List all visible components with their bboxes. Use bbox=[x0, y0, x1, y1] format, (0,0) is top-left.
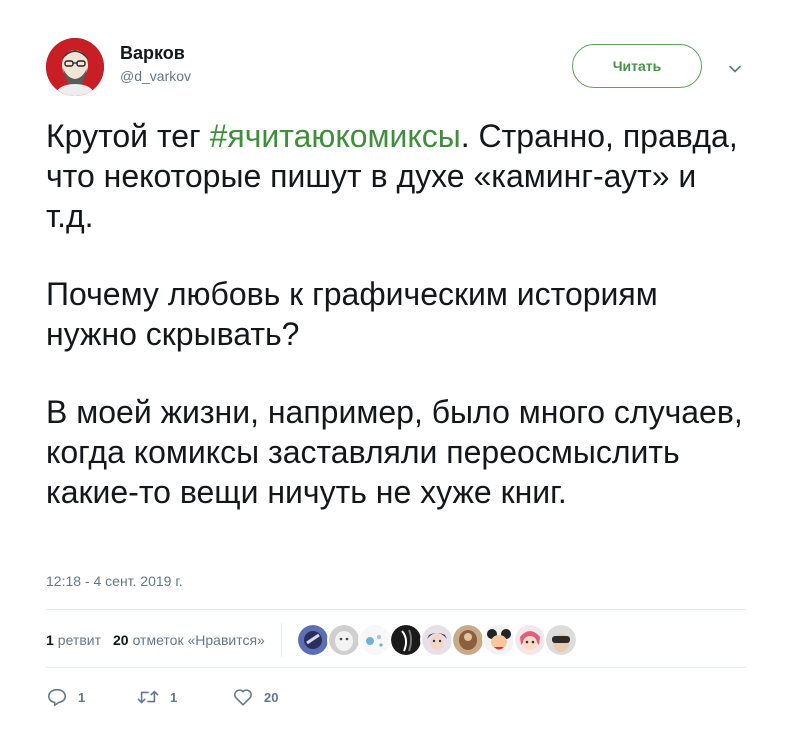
author-name[interactable]: Варков bbox=[120, 42, 191, 64]
retweet-button[interactable]: 1 bbox=[136, 686, 232, 708]
liker-avatar[interactable] bbox=[543, 623, 578, 657]
author-avatar[interactable] bbox=[46, 38, 104, 96]
heart-icon bbox=[234, 689, 252, 706]
more-options-button[interactable] bbox=[724, 58, 746, 80]
author-handle[interactable]: @d_varkov bbox=[120, 68, 191, 84]
chevron-down-icon bbox=[729, 65, 741, 73]
retweet-icon bbox=[137, 690, 159, 704]
liker-avatar[interactable] bbox=[357, 623, 392, 657]
divider bbox=[46, 667, 746, 668]
divider bbox=[46, 609, 746, 610]
tweet-card: Варков @d_varkov Читать Крутой тег #ячит… bbox=[0, 0, 793, 737]
tweet-text-start: Крутой тег bbox=[46, 118, 210, 154]
retweets-stat[interactable]: 1 ретвит bbox=[46, 632, 101, 648]
retweet-count: 1 bbox=[170, 689, 178, 705]
tweet-timestamp[interactable]: 12:18 - 4 сент. 2019 г. bbox=[46, 573, 183, 589]
liker-avatar[interactable] bbox=[512, 623, 547, 657]
retweets-label: ретвит bbox=[57, 632, 101, 648]
likers-avatars bbox=[295, 623, 578, 657]
liker-avatar[interactable] bbox=[388, 623, 423, 657]
tweet-paragraph-1: Крутой тег #ячитаюкомиксы. Странно, прав… bbox=[46, 116, 746, 236]
retweets-count: 1 bbox=[46, 632, 54, 648]
reply-button[interactable]: 1 bbox=[46, 686, 136, 708]
tweet-text: Крутой тег #ячитаюкомиксы. Странно, прав… bbox=[46, 116, 746, 512]
liker-avatar[interactable] bbox=[326, 623, 361, 657]
reply-icon bbox=[47, 688, 67, 707]
like-button[interactable]: 20 bbox=[232, 686, 278, 708]
tweet-stats: 1 ретвит 20 отметок «Нравится» bbox=[46, 623, 578, 657]
follow-button[interactable]: Читать bbox=[572, 44, 702, 88]
hashtag-link[interactable]: #ячитаюкомиксы bbox=[210, 118, 461, 154]
tweet-paragraph-2: Почему любовь к графическим историям нуж… bbox=[46, 276, 658, 352]
liker-avatar[interactable] bbox=[450, 623, 485, 657]
like-count: 20 bbox=[264, 689, 279, 705]
reply-count: 1 bbox=[78, 689, 86, 705]
liker-avatar[interactable] bbox=[419, 623, 454, 657]
tweet-actions: 1 1 20 bbox=[46, 684, 278, 710]
stats-separator bbox=[280, 623, 282, 657]
liker-avatar[interactable] bbox=[295, 623, 330, 657]
likes-stat[interactable]: 20 отметок «Нравится» bbox=[113, 632, 265, 648]
tweet-paragraph-3: В моей жизни, например, было много случа… bbox=[46, 394, 743, 510]
likes-label: отметок «Нравится» bbox=[132, 632, 265, 648]
author-block[interactable]: Варков @d_varkov bbox=[120, 42, 191, 84]
likes-count: 20 bbox=[113, 632, 129, 648]
liker-avatar[interactable] bbox=[481, 623, 516, 657]
author-avatar-image bbox=[46, 38, 104, 96]
